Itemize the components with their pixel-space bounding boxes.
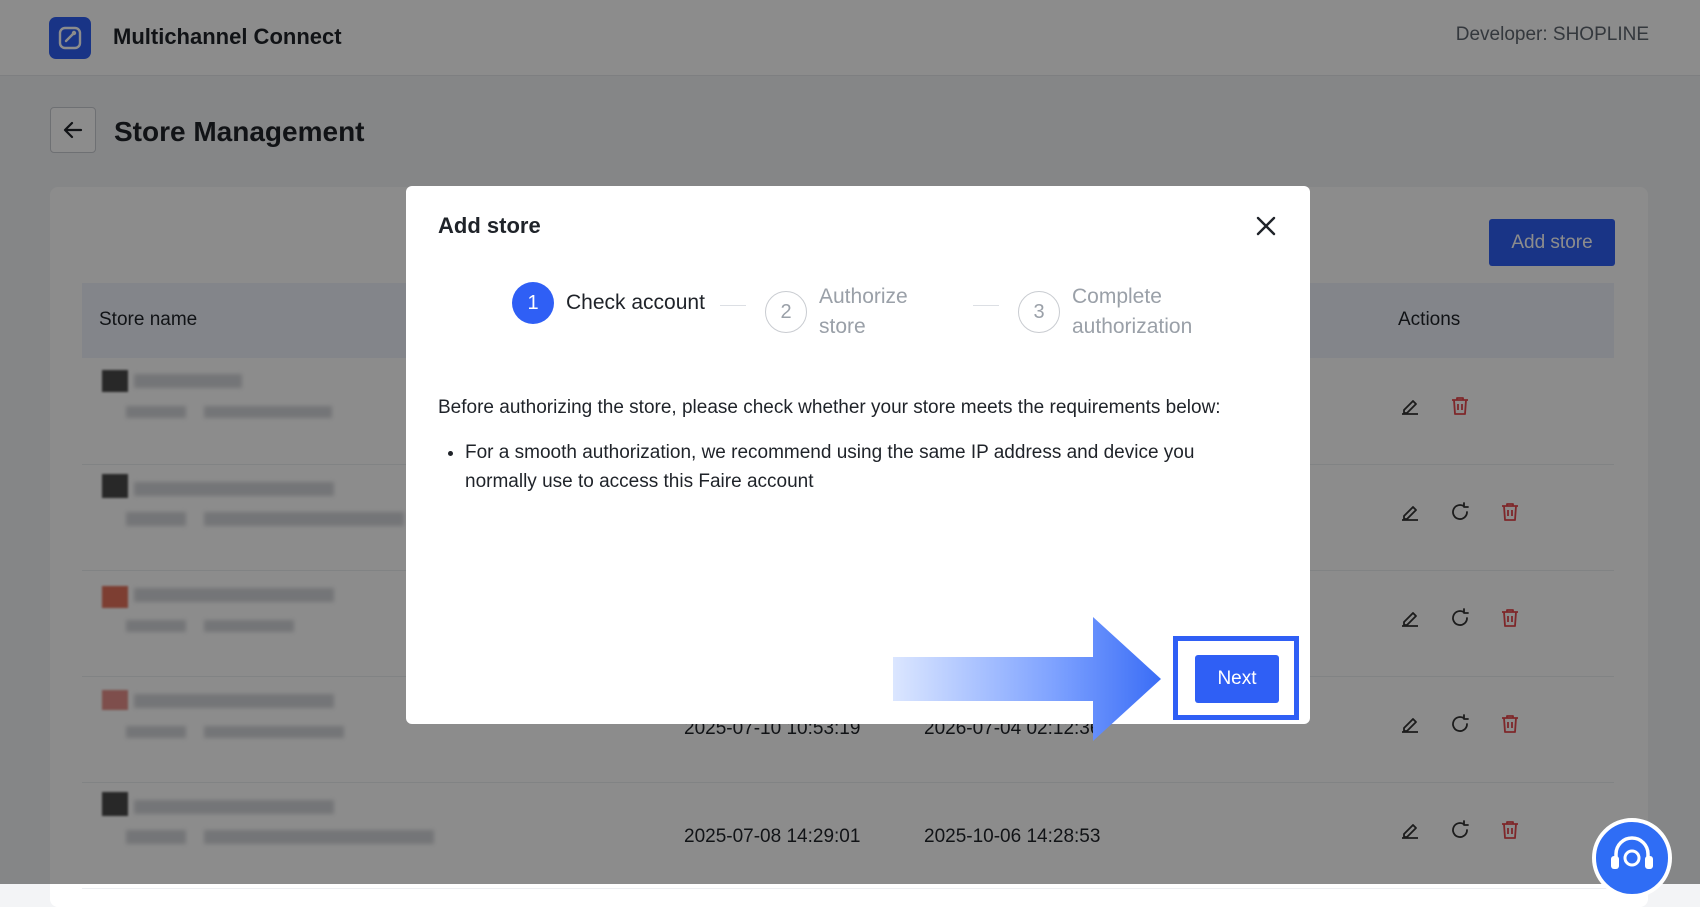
arrow-right-icon bbox=[893, 617, 1161, 741]
step-connector bbox=[973, 305, 999, 306]
step-number: 2 bbox=[765, 291, 807, 333]
dialog-title: Add store bbox=[438, 213, 541, 238]
list-item: For a smooth authorization, we recommend… bbox=[465, 438, 1265, 496]
requirements-list: For a smooth authorization, we recommend… bbox=[438, 438, 1265, 496]
requirements-intro: Before authorizing the store, please che… bbox=[438, 397, 1221, 418]
step-connector bbox=[720, 305, 746, 306]
step-label: Complete authorization bbox=[1072, 285, 1193, 338]
step-label: Authorize store bbox=[819, 285, 908, 338]
headset-icon bbox=[1611, 836, 1653, 869]
step-check-account: 1 Check account bbox=[512, 282, 706, 324]
step-label: Check account bbox=[566, 291, 705, 314]
close-icon bbox=[1256, 216, 1276, 236]
support-chat-button[interactable] bbox=[1592, 818, 1672, 898]
step-number: 1 bbox=[512, 282, 554, 324]
close-button[interactable] bbox=[1250, 210, 1282, 242]
step-authorize-store: 2 Authorize store bbox=[765, 282, 959, 342]
step-number: 3 bbox=[1018, 291, 1060, 333]
step-complete-authorization: 3 Complete authorization bbox=[1018, 282, 1232, 342]
next-button[interactable]: Next bbox=[1195, 655, 1279, 703]
